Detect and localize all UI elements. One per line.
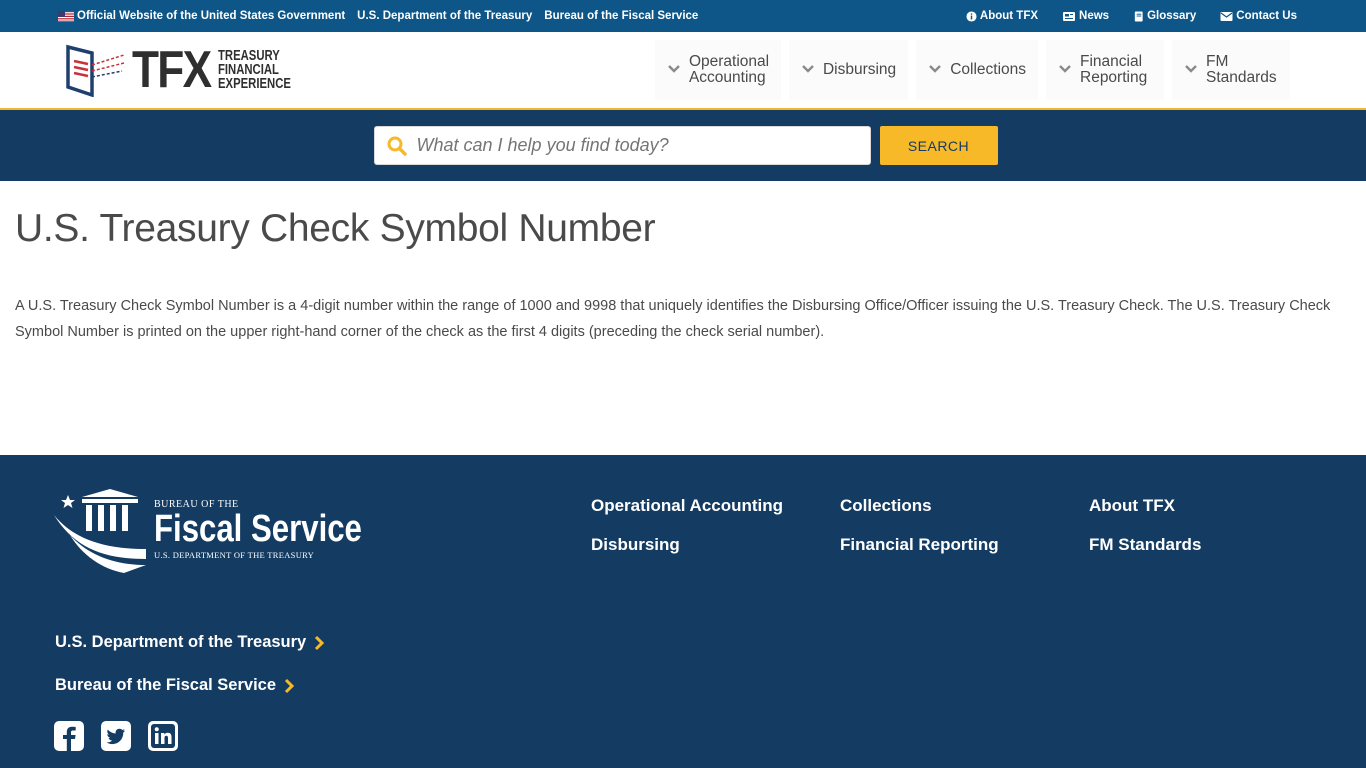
utility-bar: Official Website of the United States Go… (0, 0, 1366, 32)
search-band: SEARCH (0, 110, 1366, 181)
treasury-link[interactable]: U.S. Department of the Treasury (357, 10, 532, 22)
footer-link-fm-standards[interactable]: FM Standards (1089, 535, 1269, 555)
facebook-icon[interactable] (54, 721, 84, 751)
book-icon (1134, 10, 1143, 22)
site-footer: BUREAU OF THE Fiscal Service U.S. DEPART… (0, 455, 1366, 768)
main-content: U.S. Treasury Check Symbol Number A U.S.… (0, 181, 1366, 455)
tfx-subtitle-line3: EXPERIENCE (218, 76, 292, 92)
nav-operational-accounting[interactable]: Operational Accounting (654, 40, 781, 100)
glossary-label: Glossary (1147, 10, 1197, 22)
search-button[interactable]: SEARCH (879, 126, 998, 165)
newspaper-icon (1063, 11, 1076, 21)
footer-bureau-link[interactable]: Bureau of the Fiscal Service (55, 676, 276, 695)
nav-fm-standards[interactable]: FM Standards (1172, 40, 1290, 100)
tfx-book-icon (66, 44, 125, 97)
twitter-icon[interactable] (101, 721, 131, 751)
chevron-down-icon (1059, 65, 1071, 73)
nav-label: Operational Accounting (688, 53, 770, 86)
about-tfx-link[interactable]: About TFX (966, 10, 1038, 22)
chevron-right-icon (284, 678, 295, 693)
nav-label: Collections (950, 61, 1026, 78)
fiscal-service-building-icon (54, 489, 146, 573)
envelope-icon (1220, 11, 1233, 21)
social-links (54, 721, 195, 751)
footer-treasury-row: U.S. Department of the Treasury (55, 633, 325, 652)
glossary-link[interactable]: Glossary (1133, 10, 1196, 22)
nav-disbursing[interactable]: Disbursing (788, 40, 909, 100)
nav-label: Financial Reporting (1080, 53, 1148, 86)
linkedin-icon[interactable] (148, 721, 178, 751)
bureau-link[interactable]: Bureau of the Fiscal Service (544, 10, 698, 22)
footer-link-disbursing[interactable]: Disbursing (591, 535, 840, 555)
contact-us-label: Contact Us (1236, 10, 1297, 22)
news-link[interactable]: News (1062, 10, 1109, 22)
chevron-down-icon (668, 65, 680, 73)
footer-bureau-row: Bureau of the Fiscal Service (55, 676, 295, 695)
footer-link-financial-reporting[interactable]: Financial Reporting (840, 535, 1089, 555)
footer-treasury-link[interactable]: U.S. Department of the Treasury (55, 633, 306, 652)
about-tfx-label: About TFX (979, 10, 1039, 22)
fiscal-service-text: Fiscal Service (154, 508, 362, 550)
utility-right: About TFX News Glossary Contact Us (942, 10, 1297, 22)
nav-label: Disbursing (822, 61, 897, 78)
fiscal-service-logo[interactable]: BUREAU OF THE Fiscal Service U.S. DEPART… (52, 487, 408, 573)
main-nav: Operational Accounting Disbursing Collec… (647, 32, 1290, 108)
footer-nav: Operational Accounting Collections About… (591, 496, 1269, 555)
chevron-down-icon (802, 65, 814, 73)
fiscal-service-wordmark: BUREAU OF THE Fiscal Service U.S. DEPART… (154, 499, 408, 560)
page-title: U.S. Treasury Check Symbol Number (15, 207, 656, 250)
official-website-link[interactable]: Official Website of the United States Go… (58, 10, 345, 22)
contact-us-link[interactable]: Contact Us (1220, 10, 1297, 22)
chevron-right-icon (315, 635, 325, 650)
utility-left: Official Website of the United States Go… (58, 10, 710, 22)
footer-link-collections[interactable]: Collections (840, 496, 1089, 516)
nav-label: FM Standards (1206, 53, 1277, 86)
dept-treasury-text: U.S. DEPARTMENT OF THE TREASURY (154, 550, 315, 560)
search-input[interactable] (414, 134, 859, 157)
site-header: TFX TREASURY FINANCIAL EXPERIENCE Operat… (0, 32, 1366, 110)
official-website-label: Official Website of the United States Go… (77, 10, 346, 22)
footer-link-operational-accounting[interactable]: Operational Accounting (591, 496, 840, 516)
search-icon (387, 136, 407, 156)
us-flag-icon (58, 10, 74, 22)
chevron-down-icon (929, 65, 942, 73)
search-box (373, 126, 871, 165)
chevron-down-icon (1185, 65, 1197, 73)
tfx-subtitle: TREASURY FINANCIAL EXPERIENCE (218, 49, 292, 92)
nav-collections[interactable]: Collections (916, 40, 1038, 100)
news-label: News (1079, 10, 1110, 22)
info-icon (966, 10, 977, 22)
tfx-logo[interactable]: TFX TREASURY FINANCIAL EXPERIENCE (64, 43, 312, 97)
footer-link-about-tfx[interactable]: About TFX (1089, 496, 1269, 516)
tfx-wordmark: TFX (132, 41, 212, 99)
definition-text: A U.S. Treasury Check Symbol Number is a… (15, 298, 1331, 340)
nav-financial-reporting[interactable]: Financial Reporting (1046, 40, 1164, 100)
